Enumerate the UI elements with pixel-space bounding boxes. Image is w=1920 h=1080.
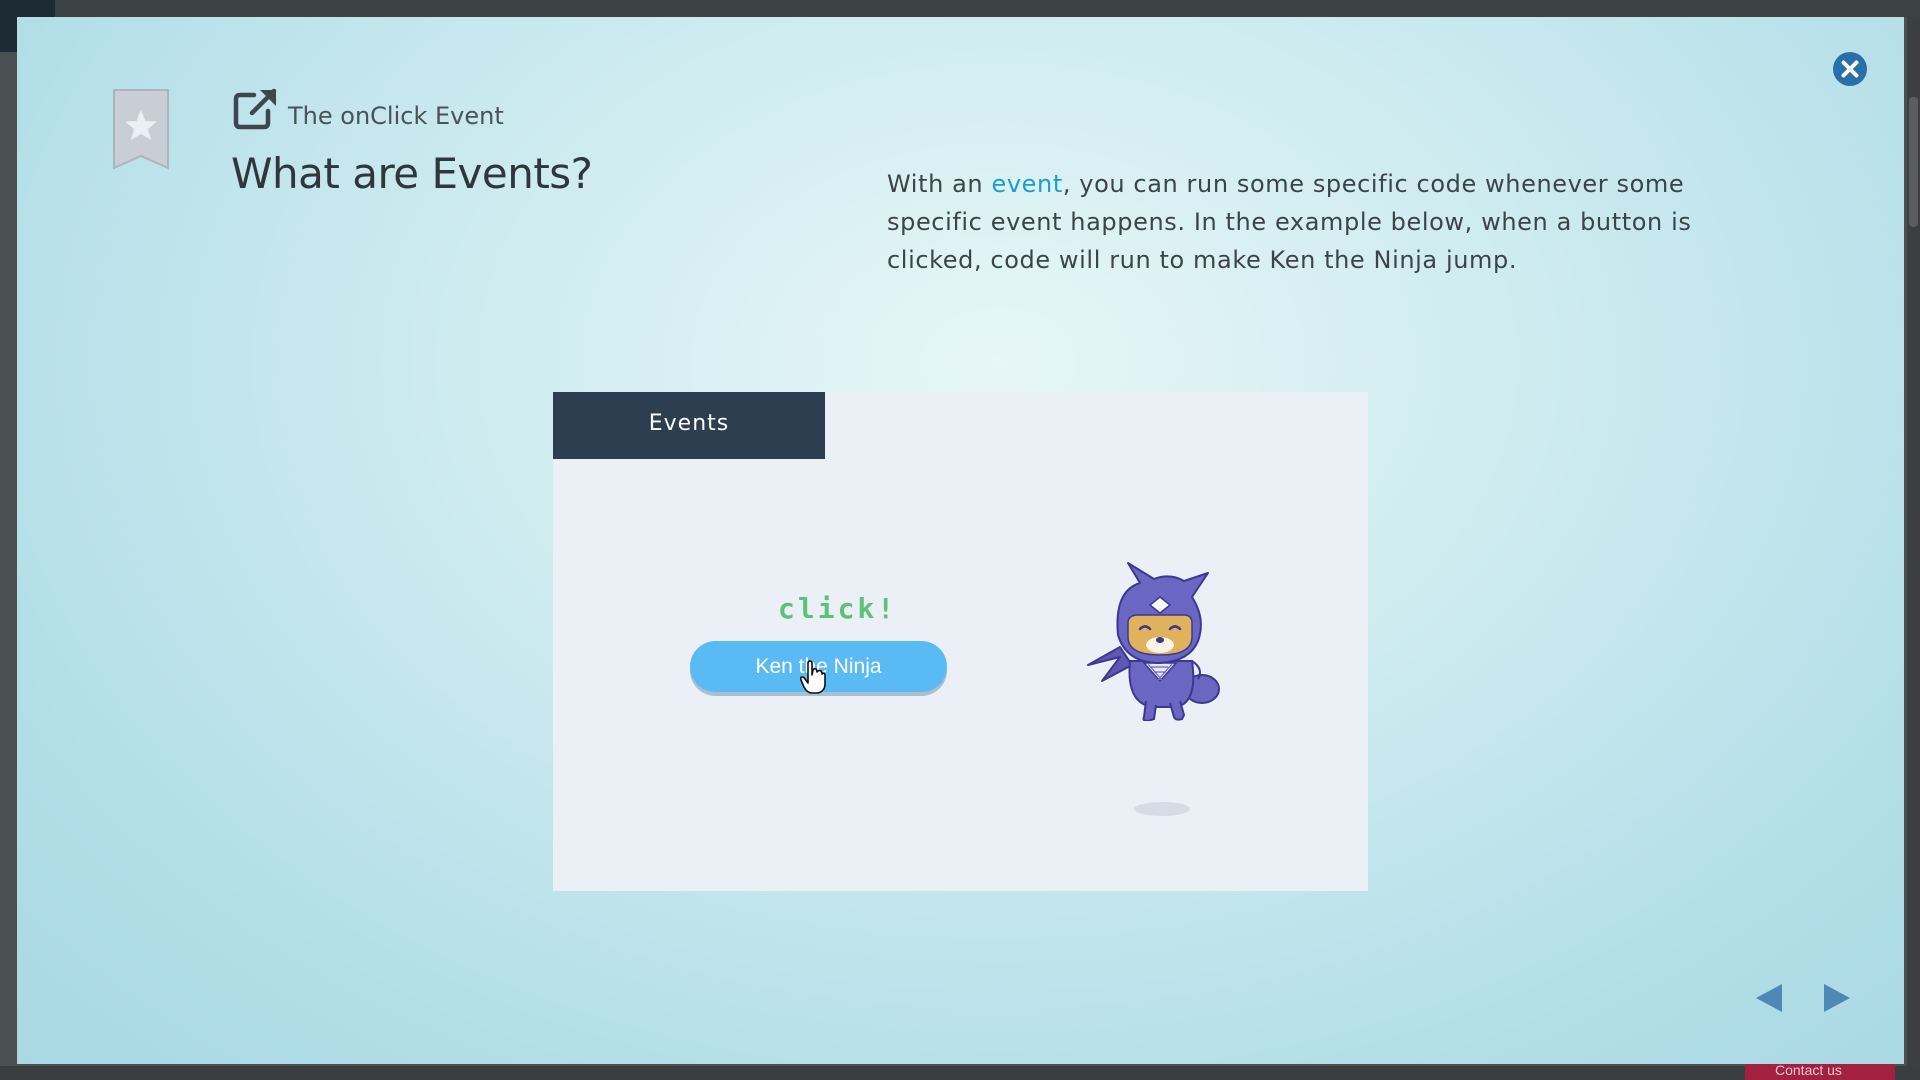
lesson-subtitle: The onClick Event [288, 102, 504, 130]
background-topbar [0, 0, 1920, 17]
ninja-character-icon [1087, 562, 1220, 721]
triangle-left-icon[interactable] [1752, 981, 1784, 1015]
click-label: click! [778, 592, 898, 625]
bookmark-star-icon[interactable] [112, 88, 170, 170]
page-title: What are Events? [231, 149, 593, 198]
background-scrollbar[interactable] [1907, 17, 1920, 1080]
close-icon[interactable] [1832, 51, 1868, 87]
lesson-modal: The onClick Event What are Events? With … [17, 17, 1904, 1064]
hand-cursor-icon [799, 660, 826, 694]
lesson-subtitle-row: The onClick Event [232, 87, 504, 131]
ninja-shadow [1134, 802, 1190, 816]
lesson-description: With an event, you can run some specific… [887, 165, 1787, 279]
triangle-right-icon[interactable] [1822, 981, 1854, 1015]
external-link-icon[interactable] [232, 87, 280, 131]
events-demo-panel: Events click! Ken the Ninja [553, 392, 1368, 891]
scrollbar-thumb[interactable] [1909, 97, 1918, 227]
event-link[interactable]: event [991, 170, 1062, 198]
demo-tab-events: Events [553, 392, 825, 459]
background-bottom-bar [0, 1066, 1920, 1080]
description-text-before: With an [887, 170, 992, 198]
